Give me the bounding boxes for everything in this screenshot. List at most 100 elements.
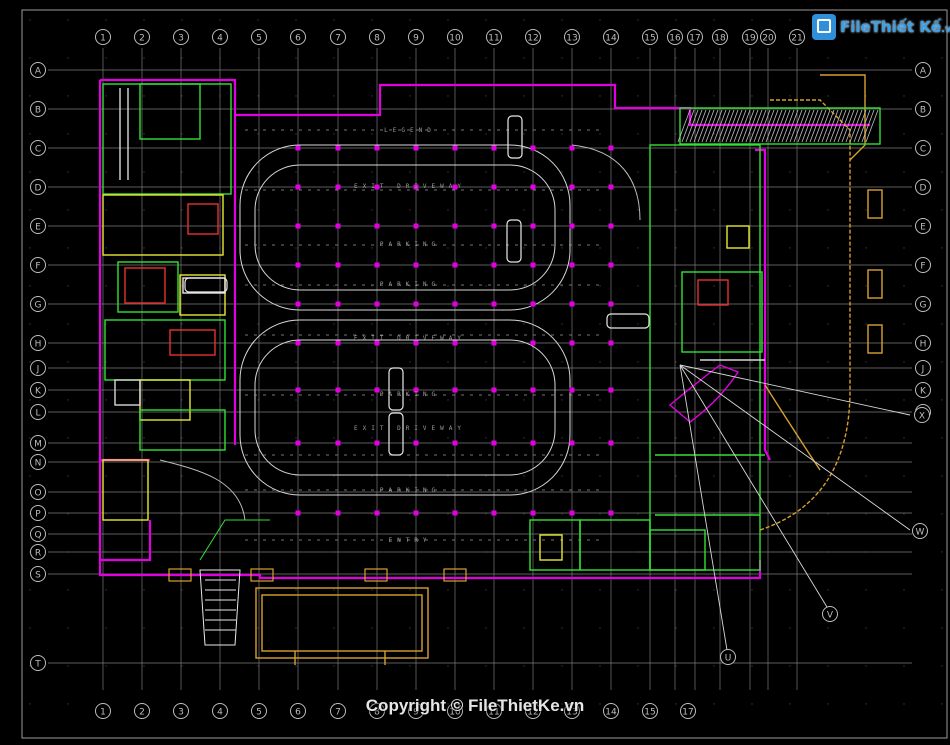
grid-dot <box>903 285 905 287</box>
grid-dot <box>561 133 563 135</box>
grid-dot <box>637 285 639 287</box>
callout-label: U <box>725 654 732 664</box>
grid-dot <box>333 57 335 59</box>
bubble-label: 13 <box>566 34 577 44</box>
grid-dot <box>333 209 335 211</box>
drawing-border <box>21 9 948 739</box>
grid-dot <box>827 627 829 629</box>
grid-dot <box>523 513 525 515</box>
structural-column <box>608 145 614 151</box>
parking-lane-label: PARKING <box>380 487 440 494</box>
grid-dot <box>295 437 297 439</box>
entry-ramp <box>199 519 270 646</box>
grid-dot <box>371 323 373 325</box>
grid-dot <box>333 513 335 515</box>
structural-column <box>335 223 341 229</box>
grid-dot <box>257 665 259 667</box>
grid-dot <box>105 133 107 135</box>
structural-column <box>569 301 575 307</box>
grid-dot <box>371 19 373 21</box>
grid-dot <box>827 437 829 439</box>
grid-dot <box>561 437 563 439</box>
grid-dot <box>675 285 677 287</box>
grid-bubble-right: K <box>915 382 931 398</box>
grid-dot <box>599 247 601 249</box>
structural-column <box>608 510 614 516</box>
grid-dot <box>675 133 677 135</box>
grid-dot <box>29 19 31 21</box>
grid-dot <box>599 57 601 59</box>
structural-column <box>530 145 536 151</box>
grid-dot <box>523 399 525 401</box>
grid-dot <box>903 399 905 401</box>
grid-dot <box>105 627 107 629</box>
grid-dot <box>865 665 867 667</box>
structural-column <box>452 387 458 393</box>
grid-dot <box>523 665 525 667</box>
bubble-label: J <box>921 365 925 375</box>
callout-label: V <box>827 611 834 621</box>
callout-label: W <box>916 528 925 538</box>
grid-dot <box>371 589 373 591</box>
grid-dot <box>181 133 183 135</box>
grid-dot <box>789 627 791 629</box>
structural-column <box>491 440 497 446</box>
bubble-label: 5 <box>256 34 262 44</box>
grid-dot <box>523 171 525 173</box>
grid-dot <box>903 209 905 211</box>
bubble-label: 18 <box>714 34 726 44</box>
grid-dot <box>637 361 639 363</box>
grid-dot <box>865 209 867 211</box>
structural-column <box>569 262 575 268</box>
structural-column <box>374 440 380 446</box>
grid-dot <box>29 95 31 97</box>
grid-dot <box>827 247 829 249</box>
grid-dot <box>675 323 677 325</box>
structural-column <box>569 340 575 346</box>
grid-dot <box>599 209 601 211</box>
grid-bubble-right: J <box>915 360 931 376</box>
grid-dot <box>67 323 69 325</box>
grid-dot <box>67 361 69 363</box>
grid-dot <box>789 171 791 173</box>
grid-dot <box>903 133 905 135</box>
grid-dot <box>295 665 297 667</box>
grid-dot <box>713 361 715 363</box>
grid-bubble-top: 18 <box>712 29 728 45</box>
grid-dot <box>561 285 563 287</box>
grid-dot <box>523 19 525 21</box>
grid-dot <box>675 665 677 667</box>
parking-lane-label: ENTRY <box>388 537 431 544</box>
grid-dot <box>447 209 449 211</box>
grid-bubble-top: 3 <box>173 29 189 45</box>
grid-dot <box>599 589 601 591</box>
grid-dot <box>561 627 563 629</box>
grid-dot <box>713 437 715 439</box>
bubble-label: B <box>35 106 41 116</box>
bubble-label: O <box>34 489 41 499</box>
grid-bubble-top: 4 <box>212 29 228 45</box>
grid-dot <box>561 171 563 173</box>
grid-dot <box>295 399 297 401</box>
grid-dot <box>485 133 487 135</box>
grid-dot <box>865 247 867 249</box>
grid-dot <box>941 57 943 59</box>
structural-column <box>295 223 301 229</box>
bubble-label: 11 <box>488 34 499 44</box>
grid-dot <box>941 589 943 591</box>
grid-dot <box>751 627 753 629</box>
structural-column <box>452 145 458 151</box>
bubble-label: 6 <box>295 34 301 44</box>
grid-dot <box>371 133 373 135</box>
lane-text-group: LEGEND EXIT DRIVEWAY PARKING PARKING EXIT DR… <box>354 127 461 544</box>
grid-dot <box>371 627 373 629</box>
bubble-label: A <box>920 67 927 77</box>
grid-dot <box>523 437 525 439</box>
grid-dot <box>143 95 145 97</box>
cad-drawing: 1 2 3 4 5 6 7 8 9 10 11 12 13 14 15 16 17 18 19 20 211 2 3 4 5 6 7… <box>0 0 950 745</box>
grid-dot <box>67 475 69 477</box>
parking-lane-label: PARKING <box>380 391 440 398</box>
grid-dot <box>523 475 525 477</box>
grid-dot <box>333 399 335 401</box>
grid-dot <box>409 475 411 477</box>
